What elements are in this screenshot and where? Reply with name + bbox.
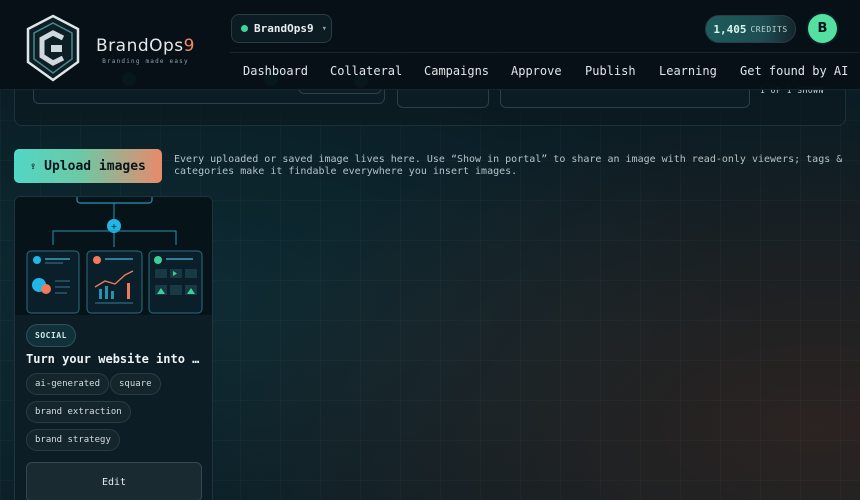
brand-wordmark: BrandOps9 Branding made easy [96, 36, 195, 65]
upload-icon: ⇪ [30, 160, 37, 172]
svg-text:+: + [111, 222, 118, 231]
tag-chip[interactable]: square [110, 373, 161, 395]
chevron-down-icon: ▾ [321, 23, 328, 34]
upload-description: Every uploaded or saved image lives here… [174, 154, 843, 177]
image-title: Turn your website into a brand kit [26, 352, 204, 366]
image-thumbnail[interactable]: + [15, 197, 213, 315]
nav-item-campaigns[interactable]: Campaigns [424, 64, 489, 78]
nav-item-collateral[interactable]: Collateral [330, 64, 402, 78]
top-header: BrandOps9 Branding made easy BrandOps9 ▾… [0, 0, 860, 90]
tag-chip[interactable]: ai-generated [26, 373, 110, 395]
user-avatar[interactable]: B [808, 14, 837, 43]
workspace-switcher[interactable]: BrandOps9 ▾ [231, 14, 332, 43]
brand-name: BrandOps9 [96, 36, 195, 56]
tag-chip[interactable]: brand extraction [26, 401, 131, 423]
upload-button-label: Upload images [44, 158, 146, 174]
status-dot-icon [241, 25, 248, 32]
nav-item-approve[interactable]: Approve [511, 64, 562, 78]
tag-chip[interactable]: brand strategy [26, 429, 120, 451]
credits-amount: 1,405 [713, 22, 747, 36]
image-card[interactable]: + SOCIAL Turn your website into a ai-gen… [14, 196, 213, 500]
nav-item-get-found-by-ai[interactable]: Get found by AI [740, 64, 848, 78]
workspace-name: BrandOps9 [254, 22, 314, 35]
header-divider [230, 52, 860, 53]
nav-item-publish[interactable]: Publish [585, 64, 636, 78]
nav-item-dashboard[interactable]: Dashboard [243, 64, 308, 78]
edit-button[interactable]: Edit [26, 462, 202, 500]
credits-badge[interactable]: 1,405 CREDITS [705, 15, 796, 43]
nav-item-learning[interactable]: Learning [659, 64, 717, 78]
upload-images-button[interactable]: ⇪ Upload images [14, 149, 162, 183]
main-nav: Dashboard Collateral Campaigns Approve P… [0, 64, 860, 78]
credits-label: CREDITS [750, 24, 788, 34]
category-badge: SOCIAL [26, 324, 76, 347]
